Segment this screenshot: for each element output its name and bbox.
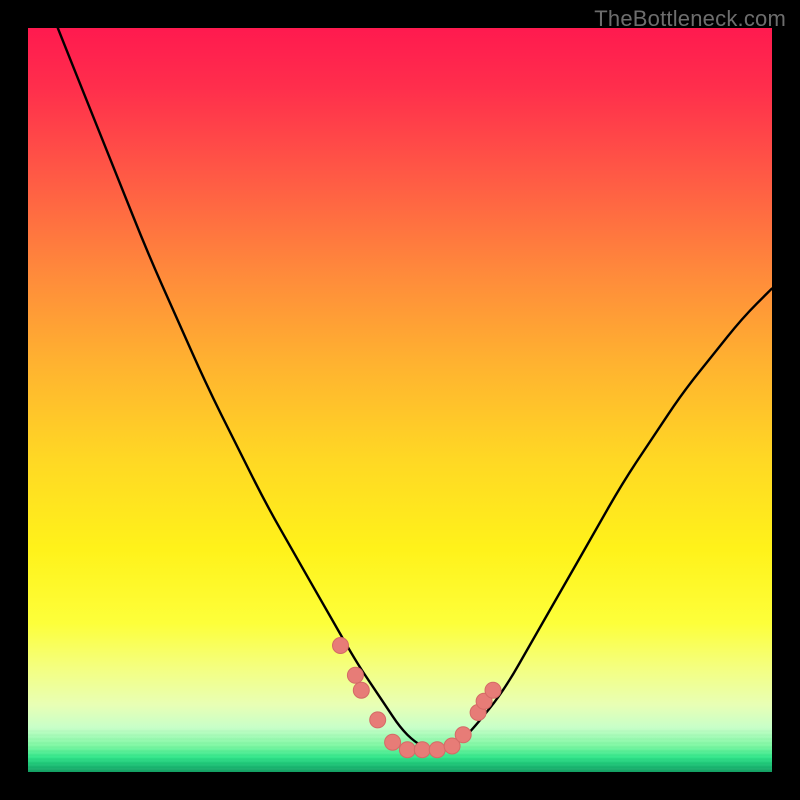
- curve-marker-dot: [455, 727, 471, 743]
- curve-marker-dot: [347, 667, 363, 683]
- curve-marker-dot: [414, 742, 430, 758]
- watermark-text: TheBottleneck.com: [594, 6, 786, 32]
- curve-marker-dot: [370, 712, 386, 728]
- curve-marker-dot: [399, 742, 415, 758]
- curve-marker-dot: [385, 734, 401, 750]
- curve-marker-dot: [353, 682, 369, 698]
- chart-frame: TheBottleneck.com: [0, 0, 800, 800]
- plot-area: [28, 28, 772, 772]
- curve-layer: [28, 28, 772, 772]
- curve-marker-dot: [429, 742, 445, 758]
- curve-markers: [333, 638, 502, 758]
- curve-marker-dot: [485, 682, 501, 698]
- bottleneck-curve: [58, 28, 772, 750]
- curve-marker-dot: [333, 638, 349, 654]
